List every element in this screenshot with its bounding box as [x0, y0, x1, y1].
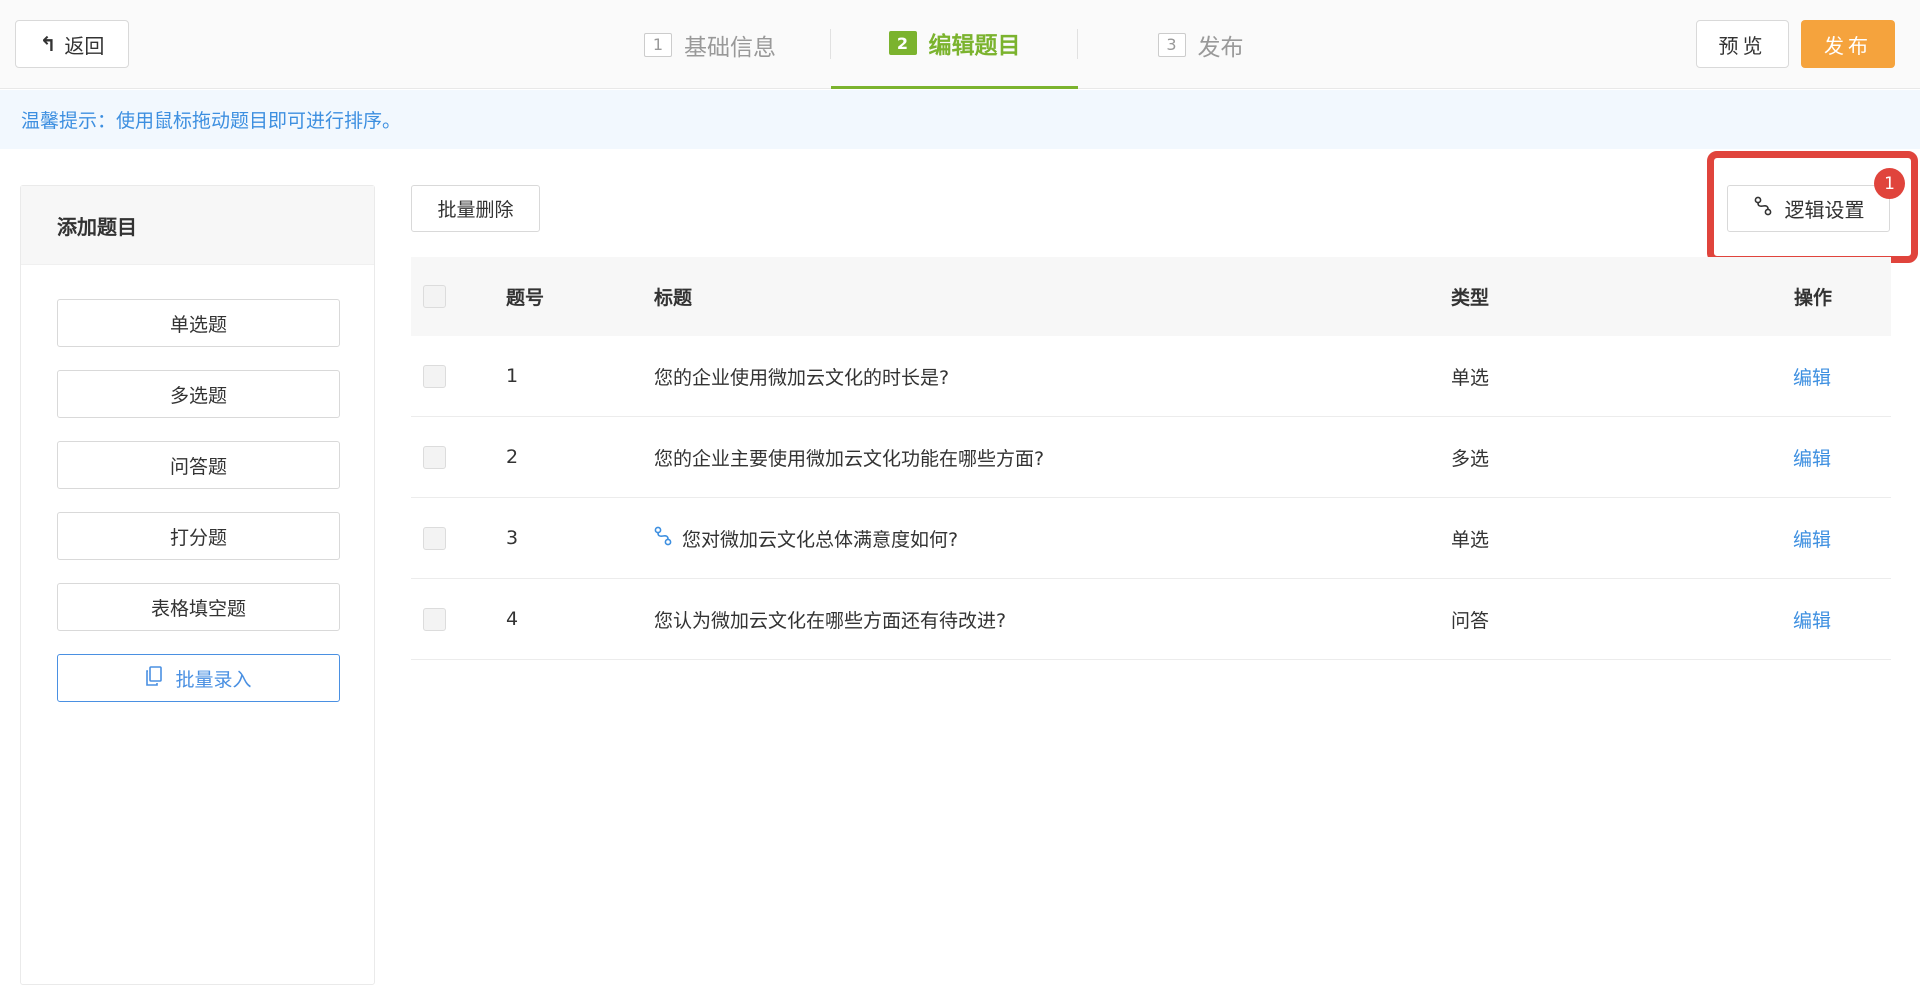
step-number: 1 — [644, 32, 672, 57]
tip-bar: 温馨提示：使用鼠标拖动题目即可进行排序。 — [0, 90, 1920, 149]
step-publish[interactable]: 3 发布 — [1078, 0, 1323, 89]
table-row[interactable]: 3 您对微加云文化总体满意度如何? 单选 编辑 — [411, 498, 1891, 579]
add-open-question-button[interactable]: 问答题 — [57, 441, 340, 489]
step-edit-questions[interactable]: 2 编辑题目 — [831, 0, 1078, 89]
header-title: 标题 — [654, 287, 693, 309]
edit-link[interactable]: 编辑 — [1793, 610, 1831, 632]
row-type: 问答 — [1451, 609, 1490, 632]
table-header: 题号 标题 类型 操作 — [411, 257, 1891, 336]
table-row[interactable]: 2 您的企业主要使用微加云文化功能在哪些方面? 多选 编辑 — [411, 417, 1891, 498]
row-num: 2 — [506, 446, 519, 468]
step-number: 2 — [888, 31, 917, 55]
header-num: 题号 — [506, 287, 545, 309]
logic-link-icon — [654, 526, 672, 551]
top-header: ↰ 返回 1 基础信息 2 编辑题目 3 发布 预览 发布 — [0, 0, 1920, 89]
batch-import-button[interactable]: 批量录入 — [57, 654, 340, 702]
edit-link[interactable]: 编辑 — [1793, 529, 1831, 551]
row-num: 3 — [506, 527, 519, 549]
step-number: 3 — [1157, 32, 1186, 57]
row-num: 1 — [506, 365, 519, 387]
row-title: 您认为微加云文化在哪些方面还有待改进? — [654, 609, 1007, 632]
edit-link[interactable]: 编辑 — [1793, 367, 1831, 389]
add-rating-question-button[interactable]: 打分题 — [57, 512, 340, 560]
table-row[interactable]: 1 您的企业使用微加云文化的时长是? 单选 编辑 — [411, 336, 1891, 417]
row-type: 单选 — [1451, 366, 1490, 389]
add-question-panel: 添加题目 单选题 多选题 问答题 打分题 表格填空题 批量录入 — [20, 185, 375, 985]
panel-title: 添加题目 — [21, 186, 374, 265]
table-row[interactable]: 4 您认为微加云文化在哪些方面还有待改进? 问答 编辑 — [411, 579, 1891, 660]
add-multiple-choice-button[interactable]: 多选题 — [57, 370, 340, 418]
step-nav: 1 基础信息 2 编辑题目 3 发布 — [0, 0, 1920, 89]
batch-import-label: 批量录入 — [175, 668, 252, 691]
step-basic-info[interactable]: 1 基础信息 — [590, 0, 830, 89]
row-type: 单选 — [1451, 528, 1490, 551]
row-checkbox[interactable] — [423, 445, 446, 469]
tip-text: 温馨提示：使用鼠标拖动题目即可进行排序。 — [21, 110, 402, 132]
add-single-choice-button[interactable]: 单选题 — [57, 299, 340, 347]
step-label: 基础信息 — [684, 34, 776, 61]
question-table: 题号 标题 类型 操作 1 您的企业使用微加云文化的时长是? 单选 编辑 2 您… — [411, 257, 1891, 660]
logic-settings-button[interactable]: 逻辑设置 — [1727, 185, 1890, 232]
header-type: 类型 — [1451, 287, 1490, 309]
row-checkbox[interactable] — [423, 364, 446, 388]
row-checkbox[interactable] — [423, 607, 446, 631]
preview-button[interactable]: 预览 — [1696, 20, 1789, 68]
logic-icon — [1753, 196, 1773, 221]
logic-settings-label: 逻辑设置 — [1784, 198, 1865, 222]
row-title: 您的企业主要使用微加云文化功能在哪些方面? — [654, 447, 1045, 470]
select-all-checkbox[interactable] — [423, 285, 446, 308]
row-checkbox[interactable] — [423, 526, 446, 550]
edit-link[interactable]: 编辑 — [1793, 448, 1831, 470]
bulk-delete-button[interactable]: 批量删除 — [411, 185, 540, 232]
row-type: 多选 — [1451, 447, 1490, 470]
publish-button[interactable]: 发布 — [1801, 20, 1895, 68]
step-label: 编辑题目 — [928, 33, 1021, 59]
row-title: 您的企业使用微加云文化的时长是? — [654, 366, 950, 389]
header-op: 操作 — [1794, 287, 1833, 309]
step-label: 发布 — [1197, 34, 1244, 61]
step-badge: 1 — [1874, 168, 1905, 199]
row-title: 您对微加云文化总体满意度如何? — [682, 528, 959, 551]
row-num: 4 — [506, 608, 519, 630]
add-table-fill-button[interactable]: 表格填空题 — [57, 583, 340, 631]
copy-icon — [145, 665, 163, 691]
